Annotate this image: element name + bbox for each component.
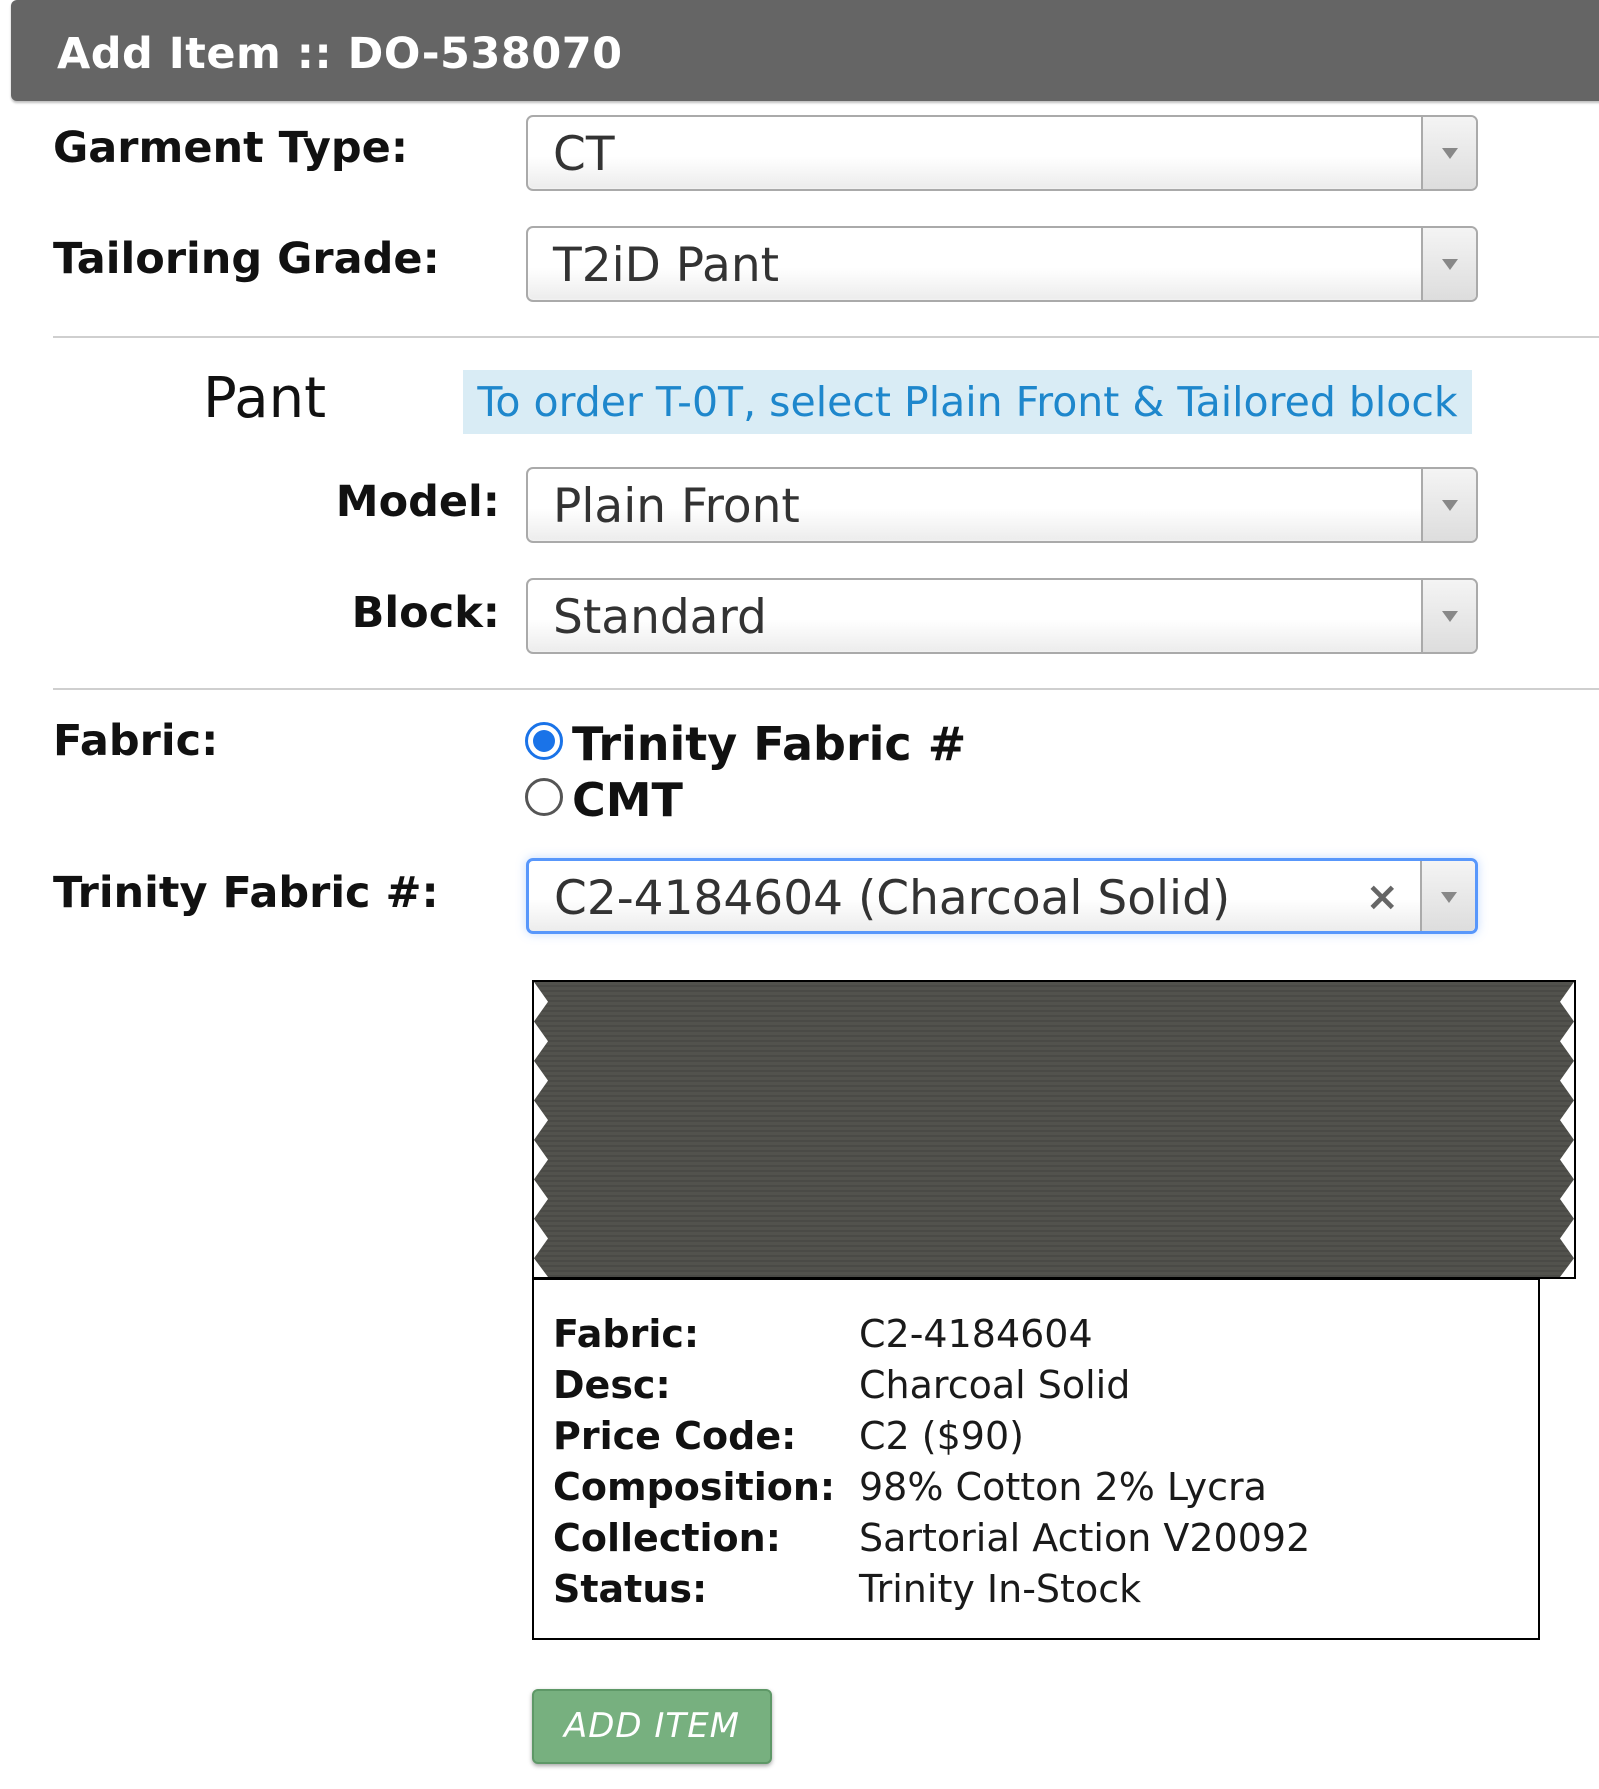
fabric-detail-key: Fabric: [553, 1312, 700, 1356]
tailoring-grade-select[interactable]: T2iD Pant [526, 226, 1478, 302]
pant-section-title: Pant [203, 366, 327, 431]
garment-type-label: Garment Type: [53, 123, 409, 173]
dialog-title: Add Item :: DO-538070 [57, 29, 623, 79]
fabric-detail-value: C2 ($90) [859, 1414, 1024, 1458]
model-value: Plain Front [553, 479, 800, 534]
chevron-down-icon[interactable] [1421, 580, 1476, 652]
dialog-header: Add Item :: DO-538070 [11, 0, 1599, 101]
trinity-fabric-value: C2-4184604 (Charcoal Solid) [554, 871, 1231, 926]
fabric-detail-key: Desc: [553, 1363, 671, 1407]
garment-type-select[interactable]: CT [526, 115, 1478, 191]
block-label: Block: [351, 588, 500, 638]
fabric-detail-key: Collection: [553, 1516, 781, 1560]
tailoring-grade-value: T2iD Pant [553, 238, 780, 293]
fabric-detail-value: Sartorial Action V20092 [859, 1516, 1311, 1560]
fabric-detail-key: Composition: [553, 1465, 836, 1509]
pant-hint: To order T-0T, select Plain Front & Tail… [463, 370, 1472, 434]
chevron-down-icon[interactable] [1421, 228, 1476, 300]
fabric-detail-value: Charcoal Solid [859, 1363, 1131, 1407]
fabric-label: Fabric: [53, 716, 219, 766]
radio-icon[interactable] [525, 778, 563, 816]
fabric-detail-value: Trinity In-Stock [859, 1567, 1142, 1611]
block-select[interactable]: Standard [526, 578, 1478, 654]
fabric-detail-value: 98% Cotton 2% Lycra [859, 1465, 1267, 1509]
section-divider [53, 688, 1599, 690]
fabric-details-panel: Fabric: C2-4184604 Desc: Charcoal Solid … [532, 1278, 1540, 1640]
model-select[interactable]: Plain Front [526, 467, 1478, 543]
block-value: Standard [553, 590, 767, 645]
chevron-down-icon[interactable] [1421, 469, 1476, 541]
chevron-down-icon[interactable] [1421, 117, 1476, 189]
garment-type-value: CT [553, 127, 615, 182]
fabric-option-cmt-label[interactable]: CMT [572, 772, 683, 828]
radio-icon-checked[interactable] [525, 722, 563, 760]
model-label: Model: [335, 477, 500, 527]
trinity-fabric-label: Trinity Fabric #: [53, 868, 439, 918]
swatch-pinked-edge-left [534, 982, 548, 1277]
add-item-button[interactable]: ADD ITEM [532, 1689, 772, 1764]
close-icon[interactable]: × [1365, 875, 1399, 919]
fabric-detail-value: C2-4184604 [859, 1312, 1093, 1356]
fabric-detail-key: Price Code: [553, 1414, 797, 1458]
trinity-fabric-select[interactable]: C2-4184604 (Charcoal Solid) × [526, 858, 1478, 934]
chevron-down-icon[interactable] [1420, 861, 1475, 931]
fabric-option-trinity-label[interactable]: Trinity Fabric # [572, 716, 966, 772]
fabric-detail-key: Status: [553, 1567, 708, 1611]
swatch-pinked-edge-right [1560, 982, 1574, 1277]
section-divider [53, 336, 1599, 338]
fabric-swatch-image [532, 980, 1576, 1279]
tailoring-grade-label: Tailoring Grade: [53, 234, 440, 284]
